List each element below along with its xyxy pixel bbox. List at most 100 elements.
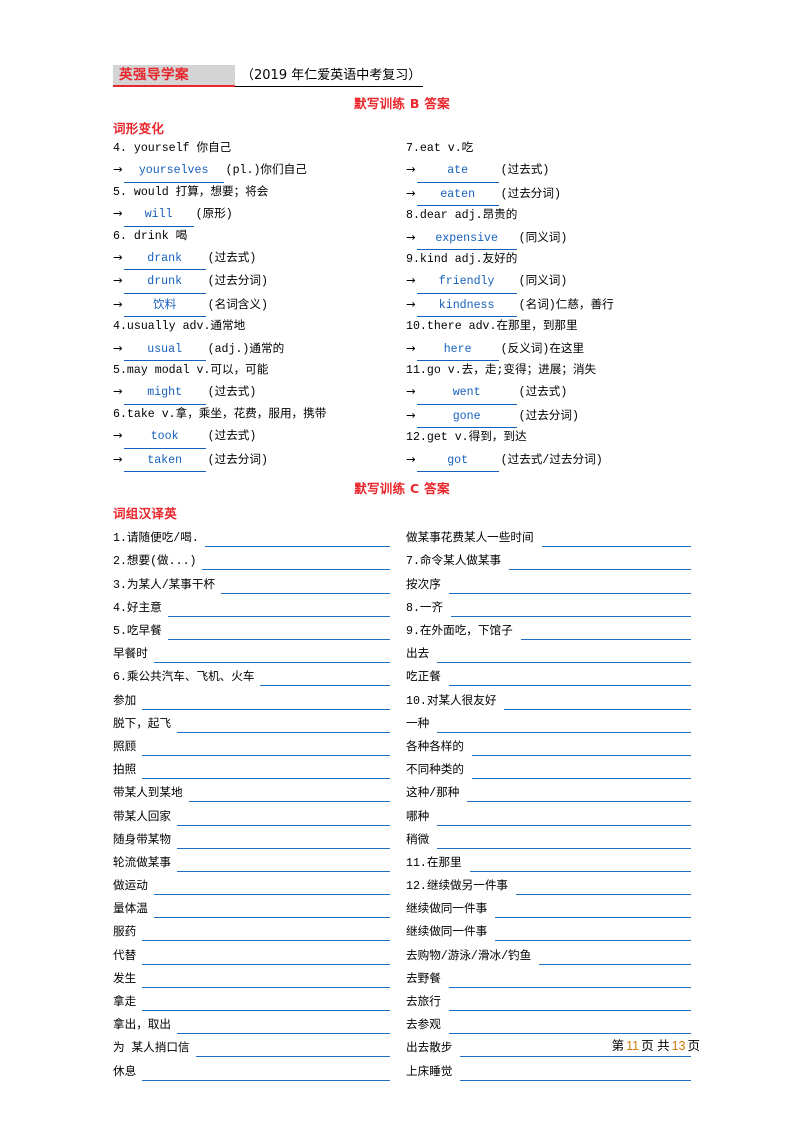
phrase-answer-blank[interactable] <box>437 811 691 826</box>
word-form-answer-line: → might (过去式) <box>113 381 390 405</box>
phrase-label: 5.吃早餐 <box>113 625 162 639</box>
word-form-answer: drank <box>123 249 206 271</box>
phrase-answer-blank[interactable] <box>260 671 390 687</box>
arrow-icon: → <box>113 451 123 466</box>
word-form-answer-line: → got (过去式/过去分词) <box>406 449 691 473</box>
phrase-right-column: 做某事花费某人一些时间 7.命令某人做某事 按次序 8.一齐 9.在外面吃，下馆子 出去吃… <box>402 524 691 1081</box>
phrase-label: 为 某人捎口信 <box>113 1042 190 1056</box>
phrase-label: 做某事花费某人一些时间 <box>406 532 534 546</box>
phrase-answer-blank[interactable] <box>188 787 390 803</box>
phrase-answer-blank[interactable] <box>448 1019 691 1035</box>
phrase-answer-blank[interactable] <box>167 602 390 617</box>
headword-text: 8.dear adj.昂贵的 <box>406 209 518 223</box>
phrase-answer-blank[interactable] <box>471 741 691 756</box>
phrase-label: 轮流做某事 <box>113 856 171 870</box>
headword-text: 5. would 打算，想要；将会 <box>113 185 269 199</box>
phrase-answer-blank[interactable] <box>142 996 390 1012</box>
phrase-answer-blank[interactable] <box>495 926 691 942</box>
phrase-answer-blank[interactable] <box>142 741 390 756</box>
phrase-answer-blank[interactable] <box>469 857 691 872</box>
phrase-answer-blank[interactable] <box>509 555 691 571</box>
phrase-row: 7.命令某人做某事 <box>406 547 691 571</box>
phrase-row: 量体温 <box>113 895 390 919</box>
word-form-headword: 6.take v.拿，乘坐，花费，服用，携带 <box>113 405 390 425</box>
word-form-answer: expensive <box>416 229 517 251</box>
phrase-answer-blank[interactable] <box>142 764 390 780</box>
word-form-note: (过去分词) <box>207 275 268 289</box>
phrase-answer-blank[interactable] <box>448 671 691 687</box>
phrase-answer-blank[interactable] <box>221 579 390 594</box>
phrase-answer-blank[interactable] <box>437 718 691 733</box>
phrase-answer-blank[interactable] <box>448 579 691 594</box>
phrase-answer-blank[interactable] <box>467 787 691 803</box>
word-form-answer-line: → ate (过去式) <box>406 159 691 183</box>
phrase-label: 继续做同一件事 <box>406 926 488 940</box>
phrase-row: 带某人回家 <box>113 802 390 826</box>
headword-text: 12.get v.得到，到达 <box>406 431 527 445</box>
word-form-headword: 8.dear adj.昂贵的 <box>406 206 691 226</box>
phrase-answer-blank[interactable] <box>204 532 390 548</box>
phrase-answer-blank[interactable] <box>195 1042 390 1058</box>
phrase-answer-blank[interactable] <box>153 648 390 664</box>
phrase-row: 4.好主意 <box>113 594 390 617</box>
phrase-answer-blank[interactable] <box>460 1066 691 1081</box>
phrase-answer-blank[interactable] <box>142 926 390 942</box>
phrase-label: 10.对某人很友好 <box>406 694 497 708</box>
phrase-answer-blank[interactable] <box>153 903 390 919</box>
footer-suffix: 页 <box>687 1039 700 1053</box>
headword-text: 9.kind adj.友好的 <box>406 253 518 267</box>
phrase-answer-blank[interactable] <box>142 1066 390 1081</box>
word-form-headword: 7.eat v.吃 <box>406 139 691 159</box>
phrase-answer-blank[interactable] <box>471 764 691 780</box>
phrase-answer-blank[interactable] <box>167 625 390 641</box>
phrase-answer-blank[interactable] <box>516 880 691 896</box>
phrase-answer-blank[interactable] <box>176 718 390 733</box>
arrow-icon: → <box>113 162 123 177</box>
phrase-answer-blank[interactable] <box>451 602 691 617</box>
phrase-answer-blank[interactable] <box>495 903 691 919</box>
phrase-row: 做运动 <box>113 872 390 896</box>
phrase-label: 1.请随便吃/喝. <box>113 532 199 546</box>
word-form-note: (过去式) <box>518 386 568 400</box>
arrow-icon: → <box>113 250 123 265</box>
phrase-label: 不同种类的 <box>406 764 464 778</box>
brand-title: 英强导学案 <box>113 65 197 87</box>
word-form-answer: friendly <box>416 272 517 294</box>
arrow-icon: → <box>406 229 416 244</box>
phrase-answer-blank[interactable] <box>541 532 691 548</box>
phrase-label: 稍微 <box>406 833 430 847</box>
phrase-answer-blank[interactable] <box>176 1019 390 1035</box>
phrase-answer-blank[interactable] <box>504 695 691 710</box>
phrase-label: 出去散步 <box>406 1042 453 1056</box>
word-form-headword: 12.get v.得到，到达 <box>406 428 691 448</box>
phrase-answer-blank[interactable] <box>176 834 390 849</box>
phrase-answer-blank[interactable] <box>448 996 691 1012</box>
word-form-answer: ate <box>416 161 499 183</box>
phrase-answer-blank[interactable] <box>202 555 390 571</box>
page-content: 英强导学案 （2019 年仁爱英语中考复习） 默写训练 B 答案 词形变化 4.… <box>113 57 691 1081</box>
word-form-answer: went <box>416 383 517 405</box>
arrow-icon: → <box>406 185 416 200</box>
phrase-row: 5.吃早餐 <box>113 617 390 641</box>
word-form-note: (pl.)你们自己 <box>225 164 307 178</box>
section-c-subtitle: 词组汉译英 <box>113 506 178 522</box>
phrase-answer-blank[interactable] <box>142 950 390 965</box>
phrase-answer-blank[interactable] <box>176 811 390 826</box>
phrase-label: 吃正餐 <box>406 671 441 685</box>
phrase-label: 出去 <box>406 648 430 662</box>
phrase-row: 去旅行 <box>406 988 691 1012</box>
word-form-note: (过去式/过去分词) <box>500 453 603 467</box>
phrase-answer-blank[interactable] <box>437 648 691 664</box>
phrase-answer-blank[interactable] <box>176 857 390 872</box>
phrase-answer-blank[interactable] <box>153 880 390 896</box>
phrase-answer-blank[interactable] <box>520 625 691 641</box>
word-form-left-column: 4. yourself 你自己 → yourselves (pl.)你们自己 5. wo… <box>113 139 402 473</box>
phrase-answer-blank[interactable] <box>437 834 691 849</box>
phrase-answer-blank[interactable] <box>539 950 691 965</box>
phrase-row: 6.乘公共汽车、飞机、火车 <box>113 663 390 687</box>
phrase-answer-blank[interactable] <box>142 973 390 988</box>
phrase-answer-blank[interactable] <box>142 695 390 710</box>
phrase-answer-blank[interactable] <box>448 973 691 988</box>
word-form-headword: 11.go v.去，走;变得；进展；消失 <box>406 361 691 381</box>
page-footer: 第 11 页 共 13 页 <box>612 1035 700 1054</box>
